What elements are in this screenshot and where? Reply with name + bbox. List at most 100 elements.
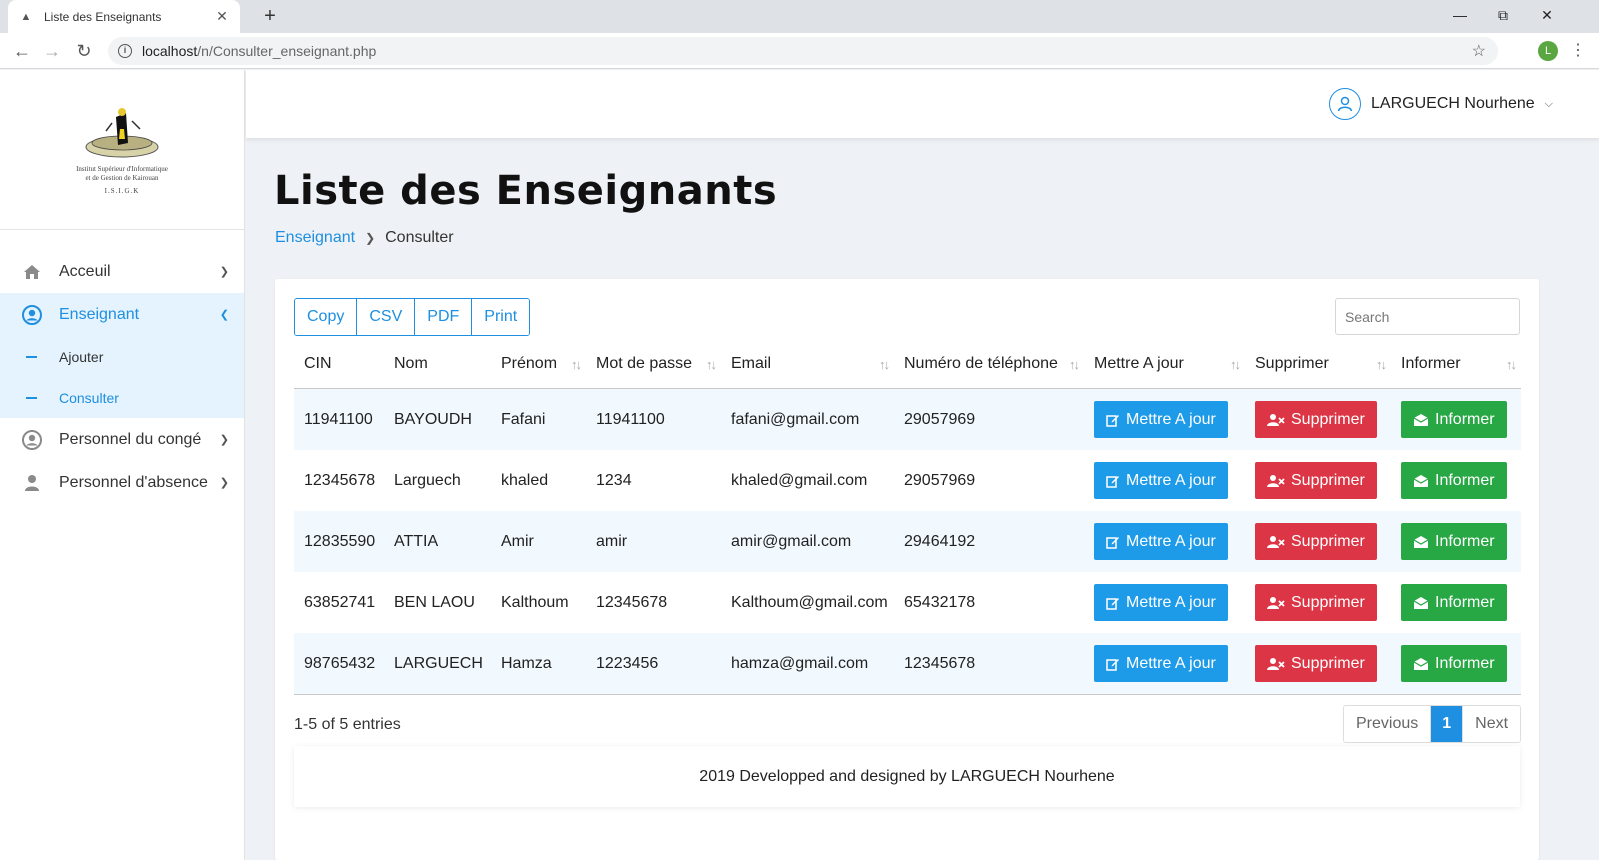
browser-menu-icon[interactable]: ⋮ <box>1570 39 1586 63</box>
update-button[interactable]: Mettre A jour <box>1094 462 1228 499</box>
update-button[interactable]: Mettre A jour <box>1094 523 1228 560</box>
export-button-group: Copy CSV PDF Print <box>294 298 531 336</box>
sort-icon[interactable]: ↑↓ <box>1376 357 1387 372</box>
site-favicon-icon: ▲ <box>20 10 32 23</box>
sidebar-item-personnel-conge[interactable]: Personnel du congé ❯ <box>0 418 244 461</box>
delete-button-label: Supprimer <box>1291 593 1365 611</box>
sidebar-item-personnel-absence[interactable]: Personnel d'absence ❯ <box>0 461 244 504</box>
inform-button[interactable]: Informer <box>1401 584 1507 621</box>
envelope-open-icon <box>1413 657 1429 671</box>
table-row: 12345678 Larguech khaled 1234 khaled@gmail.c… <box>294 450 1521 511</box>
submenu-item-label: Ajouter <box>59 348 104 365</box>
cell-inform: Informer <box>1391 584 1521 621</box>
top-header: LARGUECH Nourhene ⌵ <box>246 70 1599 138</box>
delete-button[interactable]: Supprimer <box>1255 523 1377 560</box>
profile-avatar[interactable]: L <box>1538 41 1558 61</box>
sidebar-item-label: Personnel d'absence <box>59 473 208 491</box>
cell-email: khaled@gmail.com <box>731 471 868 489</box>
restore-icon[interactable]: ⧉ <box>1480 0 1526 30</box>
table-row: 98765432 LARGUECH Hamza 1223456 hamza@gmail.… <box>294 633 1521 694</box>
new-tab-icon[interactable]: + <box>258 4 282 28</box>
cell-update: Mettre A jour <box>1084 645 1245 682</box>
envelope-open-icon <box>1413 535 1429 549</box>
inform-button[interactable]: Informer <box>1401 645 1507 682</box>
tab-title: Liste des Enseignants <box>44 9 162 24</box>
sort-icon[interactable]: ↑↓ <box>1069 357 1080 372</box>
table-bottom-border <box>294 694 1521 695</box>
cell-update: Mettre A jour <box>1084 401 1245 438</box>
cell-inform: Informer <box>1391 523 1521 560</box>
delete-button[interactable]: Supprimer <box>1255 462 1377 499</box>
reload-icon[interactable]: ↻ <box>70 37 98 65</box>
delete-button-label: Supprimer <box>1291 532 1365 550</box>
user-menu[interactable]: LARGUECH Nourhene ⌵ <box>1329 88 1553 120</box>
inform-button-label: Informer <box>1435 532 1495 550</box>
delete-button-label: Supprimer <box>1291 471 1365 489</box>
column-header-supprimer[interactable]: Supprimer ↑↓ <box>1245 355 1391 373</box>
column-header-label: Mot de passe <box>596 355 693 372</box>
envelope-open-icon <box>1413 413 1429 427</box>
column-header-cin[interactable]: CIN <box>294 355 384 373</box>
cell-inform: Informer <box>1391 462 1521 499</box>
delete-button[interactable]: Supprimer <box>1255 584 1377 621</box>
column-header-prenom[interactable]: Prénom ↑↓ <box>491 355 586 373</box>
cell-email: fafani@gmail.com <box>731 410 860 428</box>
browser-tab[interactable]: ▲ Liste des Enseignants ✕ <box>8 0 240 33</box>
column-header-mot-de-passe[interactable]: Mot de passe ↑↓ <box>586 355 721 373</box>
sort-icon[interactable]: ↑↓ <box>1506 357 1517 372</box>
sidebar-item-acceuil[interactable]: Acceuil ❯ <box>0 250 244 293</box>
update-button[interactable]: Mettre A jour <box>1094 645 1228 682</box>
update-button[interactable]: Mettre A jour <box>1094 584 1228 621</box>
sort-icon[interactable]: ↑↓ <box>706 357 717 372</box>
bookmark-star-icon[interactable]: ☆ <box>1472 41 1486 61</box>
breadcrumb-current: Consulter <box>385 229 454 246</box>
column-header-telephone[interactable]: Numéro de téléphone ↑↓ <box>894 355 1084 373</box>
inform-button-label: Informer <box>1435 654 1495 672</box>
minimize-icon[interactable]: — <box>1437 0 1483 30</box>
cell-nom: LARGUECH <box>394 654 483 672</box>
page-1-button[interactable]: 1 <box>1430 706 1463 742</box>
cell-delete: Supprimer <box>1245 462 1391 499</box>
site-info-icon[interactable]: i <box>118 44 132 58</box>
search-input[interactable] <box>1335 298 1520 335</box>
sort-icon[interactable]: ↑↓ <box>1230 357 1241 372</box>
forward-icon[interactable]: → <box>38 37 66 65</box>
pdf-button[interactable]: PDF <box>415 299 473 335</box>
close-window-icon[interactable]: ✕ <box>1524 0 1570 30</box>
url-host: localhost <box>142 43 198 59</box>
cell-cin: 63852741 <box>304 593 376 611</box>
previous-page-button[interactable]: Previous <box>1344 706 1431 742</box>
delete-button[interactable]: Supprimer <box>1255 401 1377 438</box>
update-button[interactable]: Mettre A jour <box>1094 401 1228 438</box>
column-header-email[interactable]: Email ↑↓ <box>721 355 894 373</box>
cell-telephone: 12345678 <box>904 654 976 672</box>
back-icon[interactable]: ← <box>8 37 36 65</box>
sort-icon[interactable]: ↑↓ <box>879 357 890 372</box>
delete-button[interactable]: Supprimer <box>1255 645 1377 682</box>
print-button[interactable]: Print <box>472 299 530 335</box>
edit-icon <box>1106 535 1120 549</box>
update-button-label: Mettre A jour <box>1126 532 1216 550</box>
column-header-nom[interactable]: Nom <box>384 355 491 373</box>
envelope-open-icon <box>1413 474 1429 488</box>
cell-email: amir@gmail.com <box>731 532 852 550</box>
inform-button[interactable]: Informer <box>1401 523 1507 560</box>
copy-button[interactable]: Copy <box>295 299 358 335</box>
submenu-item-ajouter[interactable]: Ajouter <box>0 336 244 377</box>
close-tab-icon[interactable]: ✕ <box>214 8 230 25</box>
sidebar-item-enseignant[interactable]: Enseignant ❮ <box>0 293 244 336</box>
next-page-button[interactable]: Next <box>1462 706 1521 742</box>
inform-button[interactable]: Informer <box>1401 401 1507 438</box>
submenu-item-consulter[interactable]: Consulter <box>0 377 244 418</box>
column-header-label: CIN <box>304 355 332 372</box>
breadcrumb-link-enseignant[interactable]: Enseignant <box>275 229 355 247</box>
column-header-mettre-a-jour[interactable]: Mettre A jour ↑↓ <box>1084 355 1245 373</box>
sort-icon[interactable]: ↑↓ <box>571 357 582 372</box>
column-header-informer[interactable]: Informer ↑↓ <box>1391 355 1521 373</box>
cell-email: Kalthoum@gmail.com <box>731 593 888 611</box>
address-bar[interactable]: i localhost/n/Consulter_enseignant.php ☆ <box>108 37 1498 65</box>
inform-button[interactable]: Informer <box>1401 462 1507 499</box>
cell-inform: Informer <box>1391 645 1521 682</box>
csv-button[interactable]: CSV <box>357 299 416 335</box>
pagination: Previous 1 Next <box>1343 705 1522 743</box>
